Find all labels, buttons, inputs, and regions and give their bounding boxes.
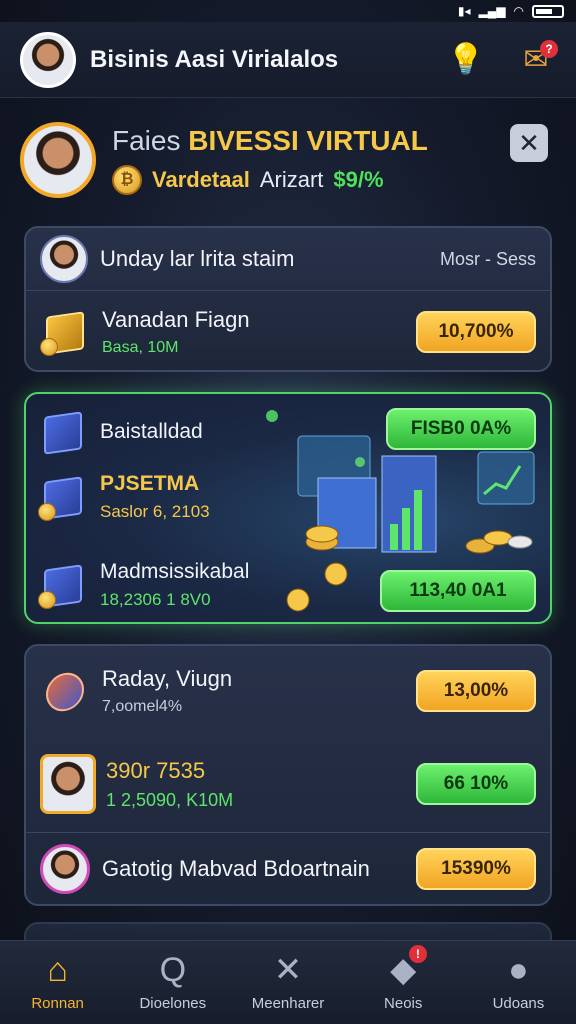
- vibrate-icon: ▮◂: [457, 4, 471, 18]
- tools-icon: ✕: [273, 951, 303, 989]
- hero-item[interactable]: PJSETMA Saslor 6, 2103: [38, 472, 210, 522]
- user-icon: ●: [508, 951, 529, 989]
- user-avatar[interactable]: [20, 31, 76, 88]
- panel-business-list: Unday lar lrita staim Mosr - Sess Vanada…: [24, 226, 552, 372]
- nav-item-profile[interactable]: ● Udoans: [461, 941, 576, 1024]
- cube-icon: [38, 473, 90, 521]
- building-icon: [40, 308, 92, 356]
- profile-avatar[interactable]: [20, 122, 96, 198]
- list-item-sub: Basa, 10M: [102, 338, 179, 356]
- profile-sub-value: $9/%: [333, 167, 384, 192]
- status-bar: ▮◂ ▂▄▆ ◠: [0, 0, 576, 22]
- hero-item-title: PJSETMA: [100, 472, 200, 495]
- investor-avatar: [40, 754, 96, 814]
- percent-button[interactable]: 15390%: [416, 847, 536, 890]
- nav-item-tools[interactable]: ✕ Meenharer: [230, 941, 345, 1024]
- list-item[interactable]: Gatotig Mabvad Bdoartnain 15390%: [26, 832, 550, 904]
- hero-item[interactable]: Baistalldad: [38, 408, 203, 456]
- app-title: Bisinis Aasi Virialalos: [90, 45, 339, 73]
- nav-item-search[interactable]: Q Dioelones: [115, 941, 230, 1024]
- panel-header-row[interactable]: Unday lar lrita staim Mosr - Sess: [26, 228, 550, 290]
- mail-icon[interactable]: ✉?: [516, 39, 558, 80]
- battery-icon: [532, 4, 564, 18]
- row-avatar: [40, 843, 90, 894]
- globe-cube-icon: [40, 667, 92, 715]
- list-item-title: Gatotig Mabvad Bdoartnain: [102, 855, 370, 881]
- list-item-sub: 1 2,5090, K10M: [106, 789, 234, 810]
- hero-item-title: Baistalldad: [100, 420, 203, 443]
- list-item[interactable]: Vanadan Fiagn Basa, 10M 10,700%: [26, 290, 550, 370]
- search-icon: Q: [159, 951, 187, 989]
- row-avatar: [40, 235, 88, 283]
- percent-button[interactable]: 66 10%: [416, 763, 536, 805]
- bottom-nav: ⌂ Ronnan Q Dioelones ✕ Meenharer ◆ ! Neo…: [0, 940, 576, 1024]
- hero-item-title: Madmsissikabal: [100, 560, 250, 583]
- nav-label: Meenharer: [251, 995, 325, 1012]
- app-header: Bisinis Aasi Virialalos 💡 ✉?: [0, 22, 576, 98]
- nav-item-box[interactable]: ◆ ! Neois: [346, 941, 461, 1024]
- list-item[interactable]: Raday, Viugn 7,oomel4% 13,00%: [26, 646, 550, 736]
- close-icon: ✕: [518, 127, 540, 158]
- list-item-title: Vanadan Fiagn: [102, 306, 250, 332]
- server-icon: [38, 408, 90, 456]
- notification-badge: !: [408, 945, 427, 963]
- close-button[interactable]: ✕: [510, 124, 548, 162]
- profile-title: Faies BIVESSI VIRTUAL: [112, 125, 428, 157]
- lightbulb-icon[interactable]: 💡: [446, 40, 486, 80]
- percent-button[interactable]: 13,00%: [416, 670, 536, 712]
- coin-icon: ₿: [112, 165, 142, 195]
- profile-card: Faies BIVESSI VIRTUAL ₿ Vardetaal Arizar…: [20, 112, 556, 208]
- notification-badge: ?: [540, 39, 558, 58]
- hero-item-sub: Saslor 6, 2103: [100, 502, 210, 521]
- home-icon: ⌂: [47, 951, 68, 989]
- hero-item[interactable]: Madmsissikabal 18,2306 1 8V0: [38, 560, 249, 610]
- hero-item-sub: 18,2306 1 8V0: [100, 590, 211, 609]
- profile-title-gold: BIVESSI VIRTUAL: [188, 125, 428, 156]
- featured-investments-card: Baistalldad PJSETMA Saslor 6, 2103 Madms…: [24, 392, 552, 624]
- percent-button[interactable]: 10,700%: [416, 310, 536, 353]
- building-icon: [38, 561, 90, 609]
- panel-header-right: Mosr - Sess: [439, 248, 536, 269]
- profile-subline: ₿ Vardetaal Arizart $9/%: [112, 165, 428, 195]
- signal-icon: ▂▄▆: [478, 4, 506, 18]
- profile-title-light: Faies: [112, 125, 181, 156]
- wifi-icon: ◠: [513, 4, 524, 18]
- list-item[interactable]: 390r 7535 1 2,5090, K10M 66 10%: [26, 736, 550, 832]
- profile-sub-text: Arizart: [259, 167, 324, 192]
- nav-label: Udoans: [492, 995, 545, 1012]
- list-item-title: 390r 7535: [106, 757, 206, 783]
- nav-label: Ronnan: [31, 995, 84, 1012]
- nav-label: Neois: [384, 995, 423, 1012]
- hero-top-button[interactable]: FISB0 0A%: [386, 408, 536, 450]
- nav-item-home[interactable]: ⌂ Ronnan: [0, 941, 115, 1024]
- list-item-sub: 7,oomel4%: [102, 698, 183, 715]
- profile-sub-label: Vardetaal: [152, 167, 250, 192]
- nav-label: Dioelones: [139, 995, 207, 1012]
- panel-ventures: Raday, Viugn 7,oomel4% 13,00% 390r 7535 …: [24, 644, 552, 906]
- list-item-title: Raday, Viugn: [102, 666, 233, 691]
- hero-bottom-button[interactable]: 113,40 0A1: [380, 570, 536, 612]
- panel-header-title: Unday lar lrita staim: [100, 246, 295, 271]
